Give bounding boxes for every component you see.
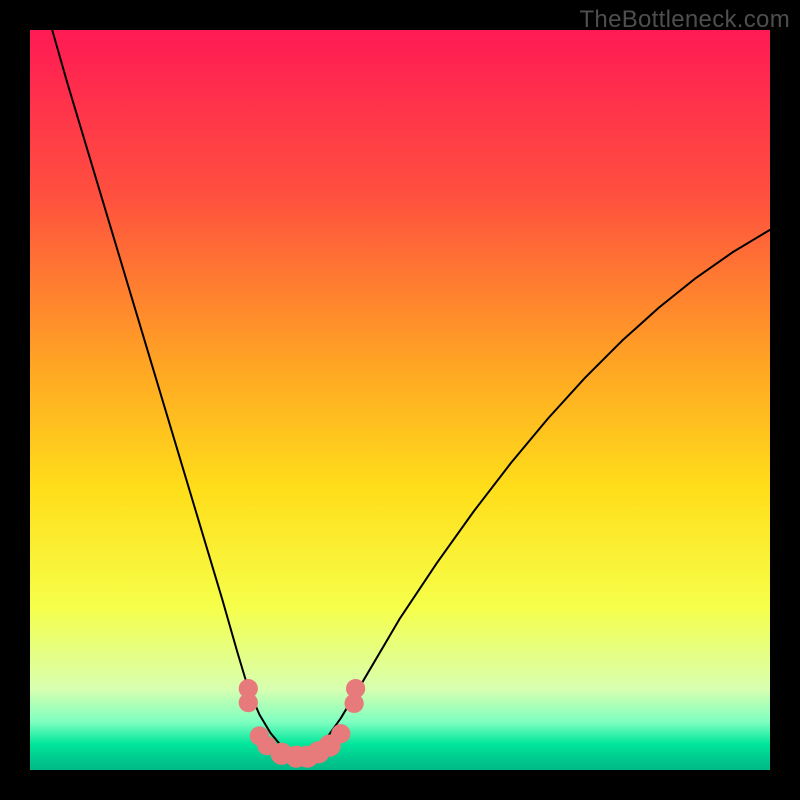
watermark-label: TheBottleneck.com xyxy=(579,6,790,34)
marker-dot xyxy=(346,679,365,698)
gradient-background xyxy=(30,30,770,770)
chart-svg xyxy=(30,30,770,770)
plot-area xyxy=(30,30,770,770)
marker-dot xyxy=(239,693,258,712)
marker-dot xyxy=(331,724,350,743)
outer-frame: TheBottleneck.com xyxy=(0,0,800,800)
